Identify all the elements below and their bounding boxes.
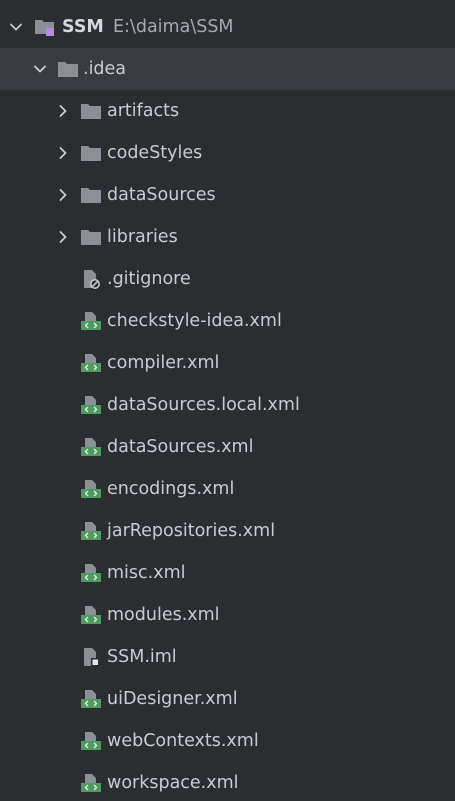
xml-file-icon (81, 522, 101, 540)
xml-file-icon (81, 438, 101, 456)
file-name: webContexts.xml (107, 731, 259, 751)
ignored-file-icon (84, 270, 100, 289)
tree-row-file[interactable]: webContexts.xml (0, 720, 455, 762)
folder-icon (81, 146, 101, 161)
tree-row-file[interactable]: misc.xml (0, 552, 455, 594)
xml-file-icon (81, 774, 101, 792)
tree-row-file[interactable]: uiDesigner.xml (0, 678, 455, 720)
file-name: dataSources.local.xml (107, 395, 300, 415)
module-file-icon (84, 648, 99, 666)
folder-icon (58, 62, 78, 77)
folder-icon (81, 104, 101, 119)
file-name: workspace.xml (107, 773, 239, 793)
project-tree: SSM E:\daima\SSM .idea artifacts codeSty… (0, 0, 455, 801)
folder-name: codeStyles (107, 143, 203, 163)
xml-file-icon (81, 312, 101, 330)
project-name: SSM (62, 17, 104, 37)
file-name: checkstyle-idea.xml (107, 311, 282, 331)
tree-row-file[interactable]: dataSources.local.xml (0, 384, 455, 426)
tree-row-file[interactable]: dataSources.xml (0, 426, 455, 468)
tree-row-file[interactable]: compiler.xml (0, 342, 455, 384)
file-name: modules.xml (107, 605, 220, 625)
tree-row-idea-folder[interactable]: .idea (0, 48, 455, 90)
folder-icon (81, 230, 101, 245)
project-folder-icon (35, 20, 54, 36)
xml-file-icon (81, 354, 101, 372)
chevron-right-icon[interactable] (55, 229, 71, 245)
tree-row-folder[interactable]: codeStyles (0, 132, 455, 174)
file-name: compiler.xml (107, 353, 220, 373)
chevron-down-icon[interactable] (8, 19, 24, 35)
tree-row-folder[interactable]: libraries (0, 216, 455, 258)
tree-row-file[interactable]: checkstyle-idea.xml (0, 300, 455, 342)
file-name: jarRepositories.xml (107, 521, 276, 541)
tree-row-folder[interactable]: artifacts (0, 90, 455, 132)
folder-name: artifacts (107, 101, 180, 121)
xml-file-icon (81, 480, 101, 498)
tree-row-folder[interactable]: dataSources (0, 174, 455, 216)
folder-name: dataSources (107, 185, 216, 205)
file-name: .gitignore (107, 269, 191, 289)
chevron-down-icon[interactable] (32, 61, 48, 77)
folder-name: libraries (107, 227, 178, 247)
tree-row-file[interactable]: SSM.iml (0, 636, 455, 678)
xml-file-icon (81, 732, 101, 750)
file-name: encodings.xml (107, 479, 235, 499)
tree-row-file[interactable]: modules.xml (0, 594, 455, 636)
tree-row-project[interactable]: SSM E:\daima\SSM (0, 6, 455, 48)
xml-file-icon (81, 396, 101, 414)
project-path: E:\daima\SSM (113, 17, 234, 37)
xml-file-icon (81, 606, 101, 624)
xml-file-icon (81, 564, 101, 582)
folder-icon (81, 188, 101, 203)
file-name: uiDesigner.xml (107, 689, 238, 709)
file-name: dataSources.xml (107, 437, 254, 457)
file-name: SSM.iml (107, 647, 177, 667)
chevron-right-icon[interactable] (55, 145, 71, 161)
tree-row-file[interactable]: workspace.xml (0, 762, 455, 801)
folder-name: .idea (83, 59, 127, 79)
chevron-right-icon[interactable] (55, 187, 71, 203)
tree-row-file[interactable]: jarRepositories.xml (0, 510, 455, 552)
tree-row-file[interactable]: .gitignore (0, 258, 455, 300)
xml-file-icon (81, 690, 101, 708)
file-name: misc.xml (107, 563, 186, 583)
tree-row-file[interactable]: encodings.xml (0, 468, 455, 510)
chevron-right-icon[interactable] (55, 103, 71, 119)
